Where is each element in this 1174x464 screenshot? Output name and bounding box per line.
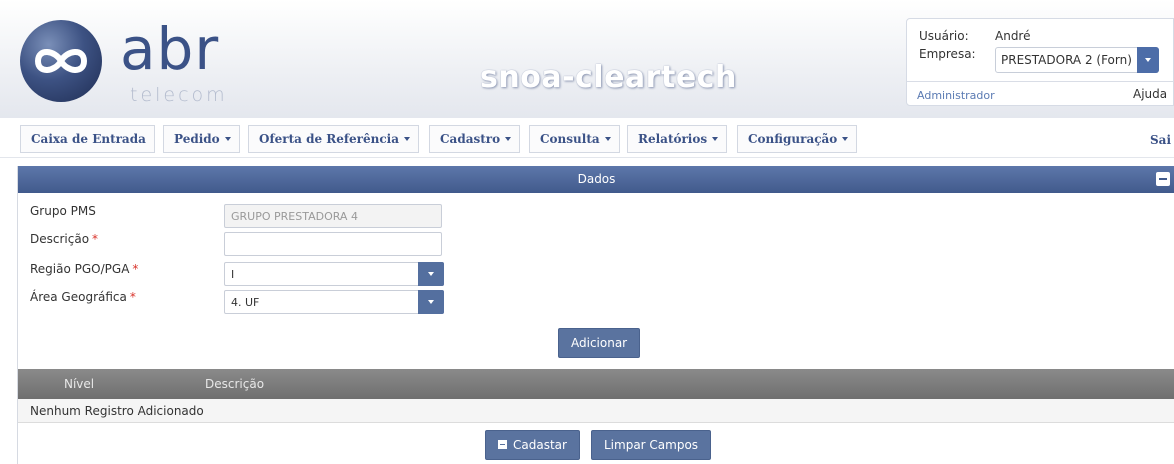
nav-consulta[interactable]: Consulta (529, 125, 620, 153)
area-geografica-select-button[interactable] (418, 290, 444, 314)
empty-message: Nenhum Registro Adicionado (30, 404, 204, 418)
chevron-down-icon (428, 300, 434, 304)
required-mark: * (132, 262, 139, 276)
nav-label: Pedido (174, 132, 220, 146)
nav-label: Configuração (748, 132, 838, 146)
caret-down-icon (505, 136, 512, 141)
nav-label: Consulta (540, 132, 600, 146)
app-header: abr telecom snoa-cleartech Usuário: Andr… (0, 0, 1174, 118)
save-button[interactable]: Cadastar (485, 430, 580, 460)
chevron-down-icon (428, 272, 434, 276)
data-panel: Dados Grupo PMS Descrição* Região PGO/PG… (17, 166, 1174, 464)
admin-link[interactable]: Administrador (917, 89, 995, 102)
nav-configuracao[interactable]: Configuração (737, 125, 858, 153)
nav-pedido[interactable]: Pedido (163, 125, 240, 153)
area-geografica-select-value: 4. UF (231, 296, 260, 309)
nav-relatorios[interactable]: Relatórios (627, 125, 728, 153)
minimize-icon[interactable] (1156, 172, 1170, 186)
company-label: Empresa: (919, 47, 976, 61)
area-geografica-label: Área Geográfica * (30, 290, 136, 304)
user-name: André (995, 29, 1031, 43)
logo-subtext: telecom (130, 84, 228, 106)
chevron-down-icon (1145, 58, 1151, 62)
grupo-pms-field (224, 204, 442, 228)
user-label: Usuário: (919, 29, 969, 43)
app-title: snoa-cleartech (480, 60, 737, 95)
company-select[interactable]: PRESTADORA 2 (Forn) (995, 47, 1159, 73)
descricao-label: Descrição * (30, 232, 99, 246)
regiao-select-value: I (231, 268, 235, 281)
panel-title: Dados (577, 172, 616, 186)
area-geografica-select[interactable]: 4. UF (224, 290, 444, 314)
nav-oferta-de-referencia[interactable]: Oferta de Referência (248, 125, 419, 153)
column-header-nivel[interactable]: Nível (64, 377, 94, 391)
abr-telecom-logo: abr telecom (18, 14, 238, 106)
nav-label: Caixa de Entrada (31, 132, 146, 146)
regiao-label: Região PGO/PGA * (30, 262, 139, 276)
logo-wordmark: abr (120, 15, 220, 83)
save-icon (498, 440, 507, 449)
caret-down-icon (712, 136, 719, 141)
regiao-select[interactable]: I (224, 262, 444, 286)
required-mark: * (129, 290, 136, 304)
main-nav: Caixa de Entrada Pedido Oferta de Referê… (0, 118, 1174, 158)
divider (907, 81, 1174, 82)
nav-cadastro[interactable]: Cadastro (429, 125, 521, 153)
company-select-button[interactable] (1137, 47, 1159, 73)
caret-down-icon (224, 136, 231, 141)
grupo-pms-label: Grupo PMS (30, 204, 96, 218)
nav-caixa-de-entrada[interactable]: Caixa de Entrada (20, 125, 155, 153)
user-info-box: Usuário: André Empresa: PRESTADORA 2 (Fo… (906, 18, 1174, 106)
company-select-value: PRESTADORA 2 (Forn) (1001, 53, 1132, 67)
required-mark: * (92, 232, 99, 246)
panel-header: Dados (18, 166, 1174, 193)
caret-down-icon (604, 136, 611, 141)
help-link[interactable]: Ajuda (1133, 87, 1167, 101)
nav-label: Relatórios (638, 132, 708, 146)
add-button[interactable]: Adicionar (558, 328, 641, 358)
column-header-descricao[interactable]: Descrição (205, 377, 264, 391)
table-header: Nível Descrição (18, 369, 1174, 399)
regiao-select-button[interactable] (418, 262, 444, 286)
descricao-field[interactable] (224, 232, 442, 256)
nav-label: Cadastro (440, 132, 501, 146)
save-button-label: Cadastar (513, 438, 567, 452)
caret-down-icon (842, 136, 849, 141)
infinity-logo-icon (20, 20, 102, 102)
caret-down-icon (404, 136, 410, 141)
logout-link[interactable]: Sai (1150, 133, 1171, 147)
table-empty-row: Nenhum Registro Adicionado (18, 399, 1174, 423)
nav-label: Oferta de Referência (259, 132, 399, 146)
clear-fields-button[interactable]: Limpar Campos (591, 430, 712, 460)
